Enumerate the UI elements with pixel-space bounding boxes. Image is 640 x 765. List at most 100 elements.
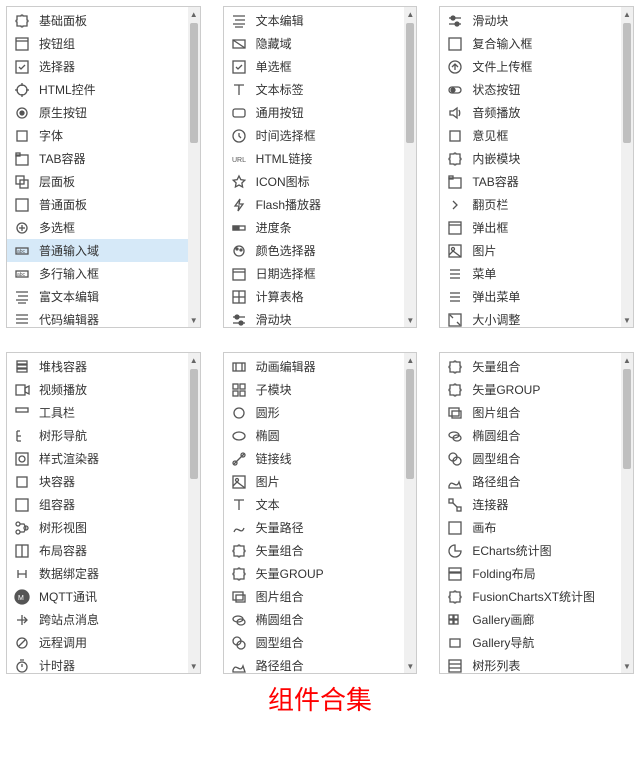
list-item[interactable]: 布局容器 [7, 539, 200, 562]
list-item[interactable]: 进度条 [224, 216, 417, 239]
scroll-up-icon[interactable]: ▲ [188, 7, 200, 21]
scroll-thumb[interactable] [623, 369, 631, 469]
list-item[interactable]: 跨站点消息 [7, 608, 200, 631]
list-item[interactable]: 选择器 [7, 55, 200, 78]
list-item[interactable]: 图片组合 [224, 585, 417, 608]
list-item[interactable]: 富文本编辑 [7, 285, 200, 308]
scroll-down-icon[interactable]: ▼ [404, 313, 416, 327]
list-item[interactable]: Folding布局 [440, 562, 633, 585]
list-item[interactable]: 路径组合 [440, 470, 633, 493]
scroll-down-icon[interactable]: ▼ [621, 659, 633, 673]
scrollbar[interactable]: ▲▼ [621, 353, 633, 673]
list-item[interactable]: 文本编辑 [224, 9, 417, 32]
scroll-up-icon[interactable]: ▲ [188, 353, 200, 367]
scroll-thumb[interactable] [623, 23, 631, 143]
list-item[interactable]: 组容器 [7, 493, 200, 516]
list-item[interactable]: 复合输入框 [440, 32, 633, 55]
list-item[interactable]: Gallery导航 [440, 631, 633, 654]
list-item[interactable]: MMQTT通讯 [7, 585, 200, 608]
scroll-up-icon[interactable]: ▲ [404, 353, 416, 367]
list-item[interactable]: 远程调用 [7, 631, 200, 654]
list-item[interactable]: 隐藏域 [224, 32, 417, 55]
list-item[interactable]: 原生按钮 [7, 101, 200, 124]
list-item[interactable]: 文本 [224, 493, 417, 516]
list-item[interactable]: 矢量组合 [440, 355, 633, 378]
scroll-up-icon[interactable]: ▲ [404, 7, 416, 21]
list-item[interactable]: 视频播放 [7, 378, 200, 401]
list-item[interactable]: 块容器 [7, 470, 200, 493]
list-item[interactable]: ICON图标 [224, 170, 417, 193]
list-item[interactable]: 工具栏 [7, 401, 200, 424]
list-item[interactable]: URLHTML链接 [224, 147, 417, 170]
list-item[interactable]: 滑动块 [224, 308, 417, 328]
list-item[interactable]: 圆型组合 [224, 631, 417, 654]
scroll-thumb[interactable] [406, 369, 414, 479]
list-item[interactable]: 树形导航 [7, 424, 200, 447]
list-item[interactable]: 圆形 [224, 401, 417, 424]
list-item[interactable]: 连接器 [440, 493, 633, 516]
list-item[interactable]: 路径组合 [224, 654, 417, 674]
list-item[interactable]: 弹出菜单 [440, 285, 633, 308]
list-item[interactable]: 大小调整 [440, 308, 633, 328]
list-item[interactable]: 时间选择框 [224, 124, 417, 147]
list-item[interactable]: Flash播放器 [224, 193, 417, 216]
list-item[interactable]: 数据绑定器 [7, 562, 200, 585]
list-item[interactable]: 计算表格 [224, 285, 417, 308]
list-item[interactable]: 普通面板 [7, 193, 200, 216]
list-item[interactable]: 图片 [440, 239, 633, 262]
list-item[interactable]: 按钮组 [7, 32, 200, 55]
list-item[interactable]: 图片 [224, 470, 417, 493]
scrollbar[interactable]: ▲▼ [404, 7, 416, 327]
list-item[interactable]: 圆型组合 [440, 447, 633, 470]
list-item[interactable]: Gallery画廊 [440, 608, 633, 631]
list-item[interactable]: abc普通输入域 [7, 239, 200, 262]
scroll-down-icon[interactable]: ▼ [404, 659, 416, 673]
list-item[interactable]: TAB容器 [7, 147, 200, 170]
list-item[interactable]: 菜单 [440, 262, 633, 285]
list-item[interactable]: 多选框 [7, 216, 200, 239]
list-item[interactable]: 日期选择框 [224, 262, 417, 285]
list-item[interactable]: 状态按钮 [440, 78, 633, 101]
scrollbar[interactable]: ▲▼ [188, 353, 200, 673]
list-item[interactable]: 音频播放 [440, 101, 633, 124]
scrollbar[interactable]: ▲▼ [404, 353, 416, 673]
list-item[interactable]: 翻页栏 [440, 193, 633, 216]
list-item[interactable]: 画布 [440, 516, 633, 539]
list-item[interactable]: 字体 [7, 124, 200, 147]
scrollbar[interactable]: ▲▼ [188, 7, 200, 327]
list-item[interactable]: 层面板 [7, 170, 200, 193]
list-item[interactable]: 椭圆组合 [224, 608, 417, 631]
list-item[interactable]: 矢量路径 [224, 516, 417, 539]
list-item[interactable]: 链接线 [224, 447, 417, 470]
list-item[interactable]: 树形视图 [7, 516, 200, 539]
list-item[interactable]: 椭圆组合 [440, 424, 633, 447]
list-item[interactable]: 代码编辑器 [7, 308, 200, 328]
list-item[interactable]: 动画编辑器 [224, 355, 417, 378]
list-item[interactable]: ECharts统计图 [440, 539, 633, 562]
list-item[interactable]: 椭圆 [224, 424, 417, 447]
list-item[interactable]: 弹出框 [440, 216, 633, 239]
list-item[interactable]: 基础面板 [7, 9, 200, 32]
list-item[interactable]: abc多行输入框 [7, 262, 200, 285]
list-item[interactable]: 颜色选择器 [224, 239, 417, 262]
list-item[interactable]: 计时器 [7, 654, 200, 674]
list-item[interactable]: 堆栈容器 [7, 355, 200, 378]
list-item[interactable]: 单选框 [224, 55, 417, 78]
scrollbar[interactable]: ▲▼ [621, 7, 633, 327]
list-item[interactable]: 树形列表 [440, 654, 633, 674]
scroll-down-icon[interactable]: ▼ [188, 313, 200, 327]
list-item[interactable]: FusionChartsXT统计图 [440, 585, 633, 608]
list-item[interactable]: 矢量GROUP [224, 562, 417, 585]
list-item[interactable]: 矢量GROUP [440, 378, 633, 401]
scroll-thumb[interactable] [190, 23, 198, 143]
list-item[interactable]: 矢量组合 [224, 539, 417, 562]
list-item[interactable]: 通用按钮 [224, 101, 417, 124]
scroll-thumb[interactable] [406, 23, 414, 143]
list-item[interactable]: TAB容器 [440, 170, 633, 193]
scroll-thumb[interactable] [190, 369, 198, 479]
list-item[interactable]: 滑动块 [440, 9, 633, 32]
scroll-up-icon[interactable]: ▲ [621, 353, 633, 367]
scroll-down-icon[interactable]: ▼ [621, 313, 633, 327]
list-item[interactable]: 内嵌模块 [440, 147, 633, 170]
list-item[interactable]: 图片组合 [440, 401, 633, 424]
